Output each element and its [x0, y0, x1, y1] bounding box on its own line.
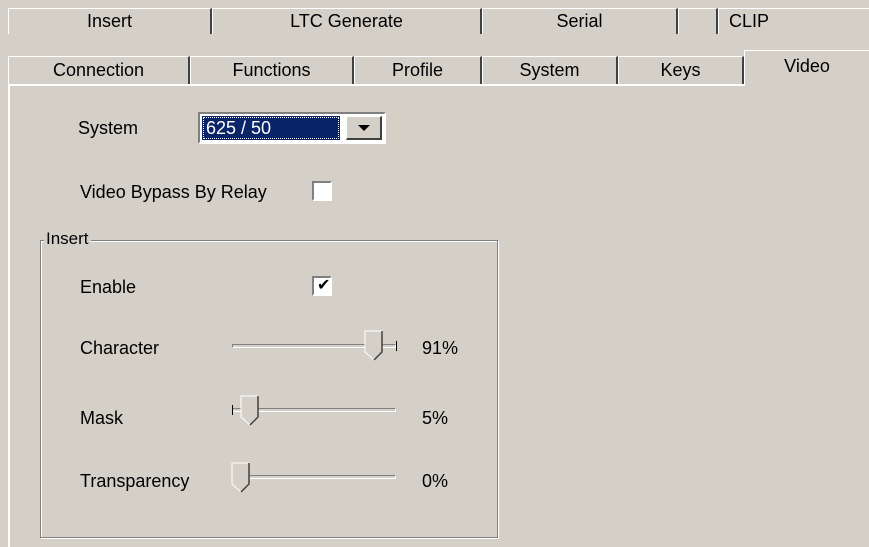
checkmark-icon: ✔ [317, 277, 331, 294]
tab-blank[interactable] [678, 8, 718, 34]
tab-label: Serial [556, 11, 603, 31]
tab-functions[interactable]: Functions [190, 56, 354, 85]
tab-insert[interactable]: Insert [8, 8, 212, 34]
tab-serial[interactable]: Serial [482, 8, 678, 34]
tab-label: Connection [52, 60, 145, 80]
enable-label: Enable [80, 277, 137, 297]
tab-clip[interactable]: CLIP [718, 8, 869, 34]
tab-label: Keys [660, 60, 701, 80]
dropdown-button[interactable] [346, 116, 382, 140]
mask-slider-tick-start [232, 405, 233, 415]
tab-ltc-generate[interactable]: LTC Generate [212, 8, 482, 34]
tab-label: Functions [232, 60, 311, 80]
tab-label: System [519, 60, 580, 80]
character-label: Character [80, 338, 160, 358]
tab-profile[interactable]: Profile [354, 56, 482, 85]
transparency-slider-thumb[interactable] [231, 462, 251, 494]
tab-label: CLIP [729, 11, 770, 31]
tab-label: Insert [86, 11, 133, 31]
system-dropdown[interactable]: 625 / 50 [198, 112, 386, 144]
transparency-slider-track[interactable] [232, 475, 396, 479]
chevron-down-icon [358, 125, 370, 131]
tab-keys[interactable]: Keys [618, 56, 744, 85]
transparency-value: 0% [422, 471, 449, 491]
system-selected-value: 625 / 50 [202, 116, 340, 140]
tab-system[interactable]: System [482, 56, 618, 85]
mask-label: Mask [80, 408, 124, 428]
insert-group-title: Insert [44, 229, 91, 249]
mask-slider-thumb[interactable] [240, 395, 260, 427]
tab-label: LTC Generate [290, 11, 403, 31]
system-label: System [78, 118, 139, 138]
tab-label: Profile [391, 60, 444, 80]
video-bypass-checkbox[interactable] [312, 181, 332, 201]
character-value: 91% [422, 338, 459, 358]
character-slider-tick-end [396, 341, 397, 351]
tab-label: Video [784, 56, 830, 76]
enable-checkbox[interactable]: ✔ [312, 276, 332, 296]
transparency-label: Transparency [80, 471, 190, 491]
character-slider-thumb[interactable] [364, 330, 384, 362]
tab-connection[interactable]: Connection [8, 56, 190, 85]
tab-video[interactable]: Video [744, 50, 869, 86]
video-bypass-label: Video Bypass By Relay [80, 182, 267, 202]
mask-value: 5% [422, 408, 449, 428]
